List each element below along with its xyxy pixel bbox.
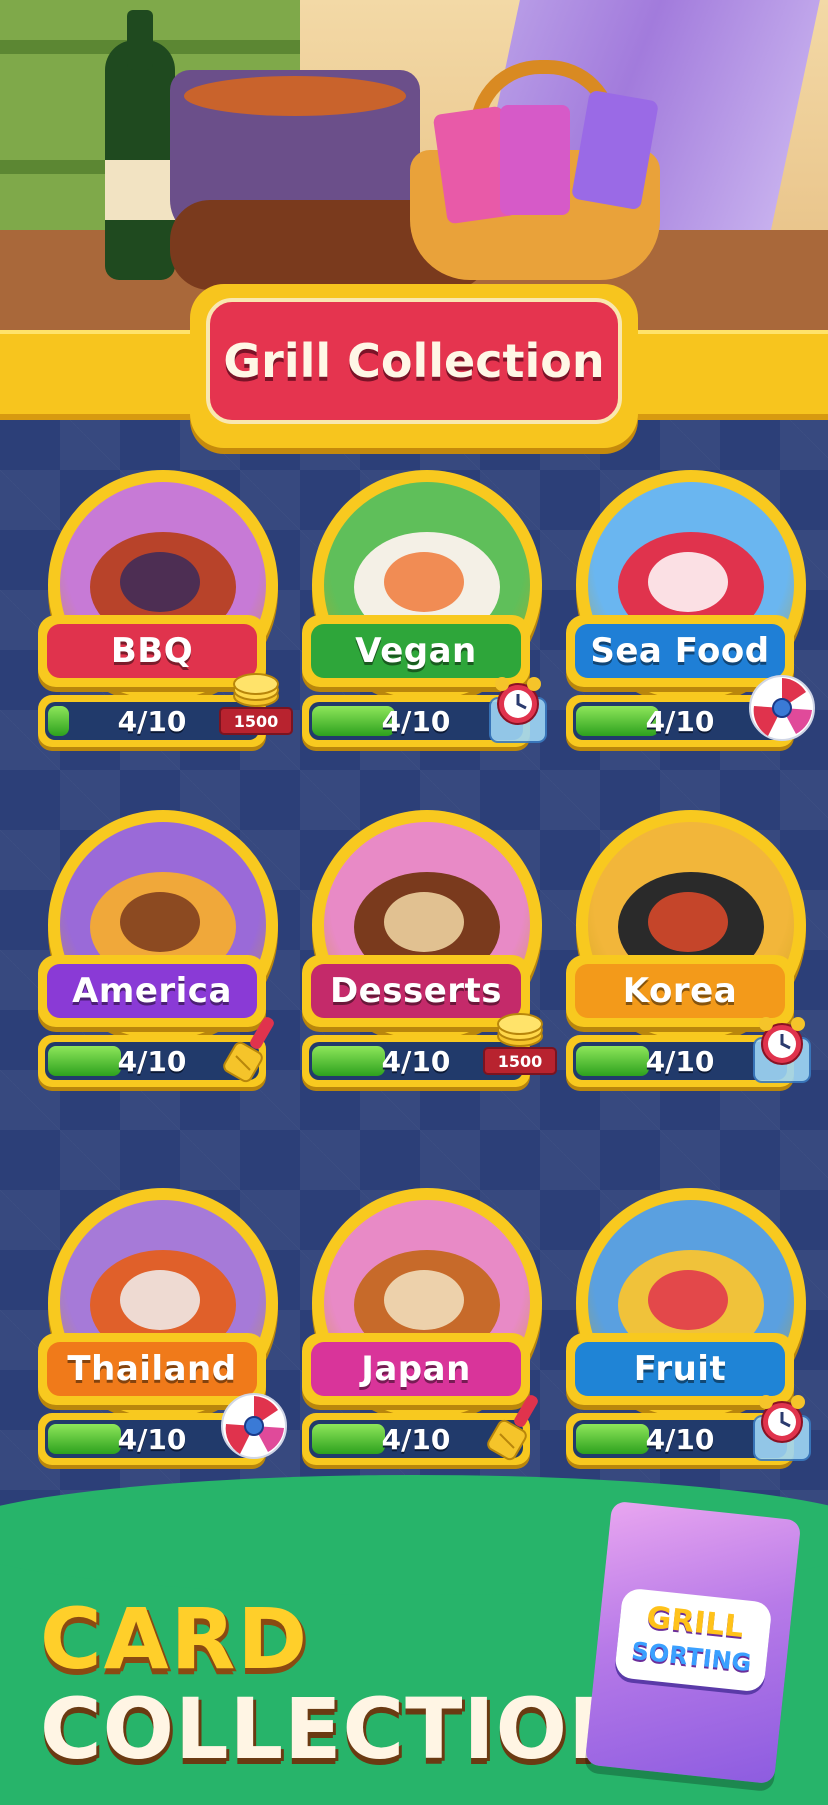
- collection-card-america[interactable]: America 4/10: [38, 810, 288, 1110]
- fan-icon[interactable]: [216, 1388, 292, 1464]
- spatula-icon[interactable]: [216, 1010, 292, 1086]
- collection-card-vegan[interactable]: Vegan 4/10: [302, 470, 552, 770]
- collection-card-sea-food[interactable]: Sea Food 4/10: [566, 470, 816, 770]
- collection-name: Fruit: [633, 1349, 727, 1389]
- alarm-clock-icon[interactable]: [744, 1388, 820, 1464]
- page-title: Grill Collection: [223, 334, 605, 388]
- collection-card-japan[interactable]: Japan 4/10: [302, 1188, 552, 1488]
- footer-title-line1: CARD: [40, 1590, 310, 1688]
- collection-name: BBQ: [110, 631, 194, 671]
- coin-stack-icon[interactable]: 1500: [216, 670, 293, 746]
- collection-card-korea[interactable]: Korea 4/10: [566, 810, 816, 1110]
- coin-stack-icon[interactable]: 1500: [480, 1010, 557, 1086]
- collection-name: Korea: [622, 971, 738, 1011]
- wine-bottle: [105, 10, 175, 280]
- alarm-clock-icon[interactable]: [744, 1010, 820, 1086]
- title-plate: Grill Collection: [190, 284, 638, 448]
- collection-card-fruit[interactable]: Fruit 4/10: [566, 1188, 816, 1488]
- collection-card-thailand[interactable]: Thailand 4/10: [38, 1188, 288, 1488]
- fan-icon[interactable]: [744, 670, 820, 746]
- collection-card-bbq[interactable]: BBQ 4/10 1500: [38, 470, 293, 770]
- collection-name: Japan: [361, 1349, 471, 1389]
- collection-name: Sea Food: [590, 631, 770, 671]
- card-pack[interactable]: GRILL SORTING: [584, 1500, 802, 1785]
- collection-name: Thailand: [67, 1349, 237, 1389]
- alarm-clock-icon[interactable]: [480, 670, 556, 746]
- collection-name: Desserts: [329, 971, 503, 1011]
- reward-amount: 1500: [234, 712, 279, 731]
- collection-card-desserts[interactable]: Desserts 4/10 1500: [302, 810, 557, 1110]
- collection-name: America: [72, 971, 232, 1011]
- card-pack-small: [500, 105, 570, 215]
- collection-name: Vegan: [355, 631, 477, 671]
- pack-logo: GRILL SORTING: [613, 1587, 773, 1693]
- footer-title-line2: COLLECTION: [40, 1680, 640, 1778]
- reward-amount: 1500: [498, 1052, 543, 1071]
- spatula-icon[interactable]: [480, 1388, 556, 1464]
